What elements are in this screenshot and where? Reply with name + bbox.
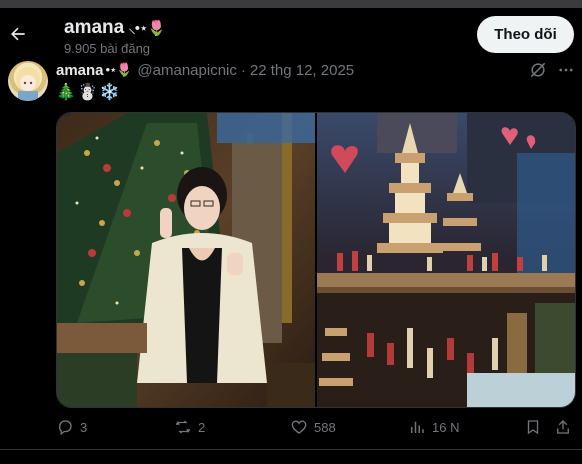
divider xyxy=(0,449,582,450)
views-icon xyxy=(411,421,424,433)
profile-name-text: amana xyxy=(64,17,125,38)
follow-button[interactable]: Theo dõi xyxy=(477,16,574,53)
post-date[interactable]: 22 thg 12, 2025 xyxy=(250,62,354,79)
photo-christmas-pyramids[interactable] xyxy=(317,113,575,407)
post-count: 9.905 bài đăng xyxy=(64,41,151,56)
post-author-emoji: •⋆🌷 xyxy=(105,62,133,77)
like-count: 588 xyxy=(314,419,336,435)
media-grid xyxy=(56,112,576,408)
repost-icon xyxy=(175,420,191,434)
more-icon[interactable] xyxy=(556,60,576,80)
reply-button[interactable]: 3 xyxy=(56,416,87,438)
post-actions: 3 2 588 16 N xyxy=(56,416,574,438)
like-button[interactable]: 588 xyxy=(290,416,336,438)
browser-top-strip xyxy=(0,0,582,8)
repost-count: 2 xyxy=(198,419,206,435)
views-count: 16 N xyxy=(432,419,460,435)
photo-christmas-tree[interactable] xyxy=(57,113,315,407)
reply-count: 3 xyxy=(80,419,88,435)
bookmark-button[interactable] xyxy=(524,416,542,438)
post-meta: amana •⋆🌷 @amanapicnic · 22 thg 12, 2025 xyxy=(56,60,354,80)
back-arrow-icon xyxy=(11,27,25,41)
profile-header: amana ⸜•⋆🌷 9.905 bài đăng Theo dõi xyxy=(0,8,582,58)
like-icon xyxy=(291,420,307,434)
avatar[interactable] xyxy=(8,61,48,101)
share-icon xyxy=(557,420,569,434)
grok-icon[interactable] xyxy=(528,60,548,80)
reply-icon xyxy=(58,420,72,436)
meta-separator: · xyxy=(240,61,246,79)
profile-name: amana ⸜•⋆🌷 xyxy=(64,17,166,39)
post-text: 🎄☃️❄️ xyxy=(56,84,122,101)
back-button[interactable] xyxy=(6,22,30,46)
share-button[interactable] xyxy=(554,416,572,438)
repost-button[interactable]: 2 xyxy=(174,416,205,438)
post-author-handle[interactable]: @amanapicnic xyxy=(137,62,236,79)
profile-name-emoji: ⸜•⋆🌷 xyxy=(128,20,166,37)
views-button[interactable]: 16 N xyxy=(408,416,459,438)
post-author-name[interactable]: amana xyxy=(56,62,104,79)
bookmark-icon xyxy=(527,420,539,435)
